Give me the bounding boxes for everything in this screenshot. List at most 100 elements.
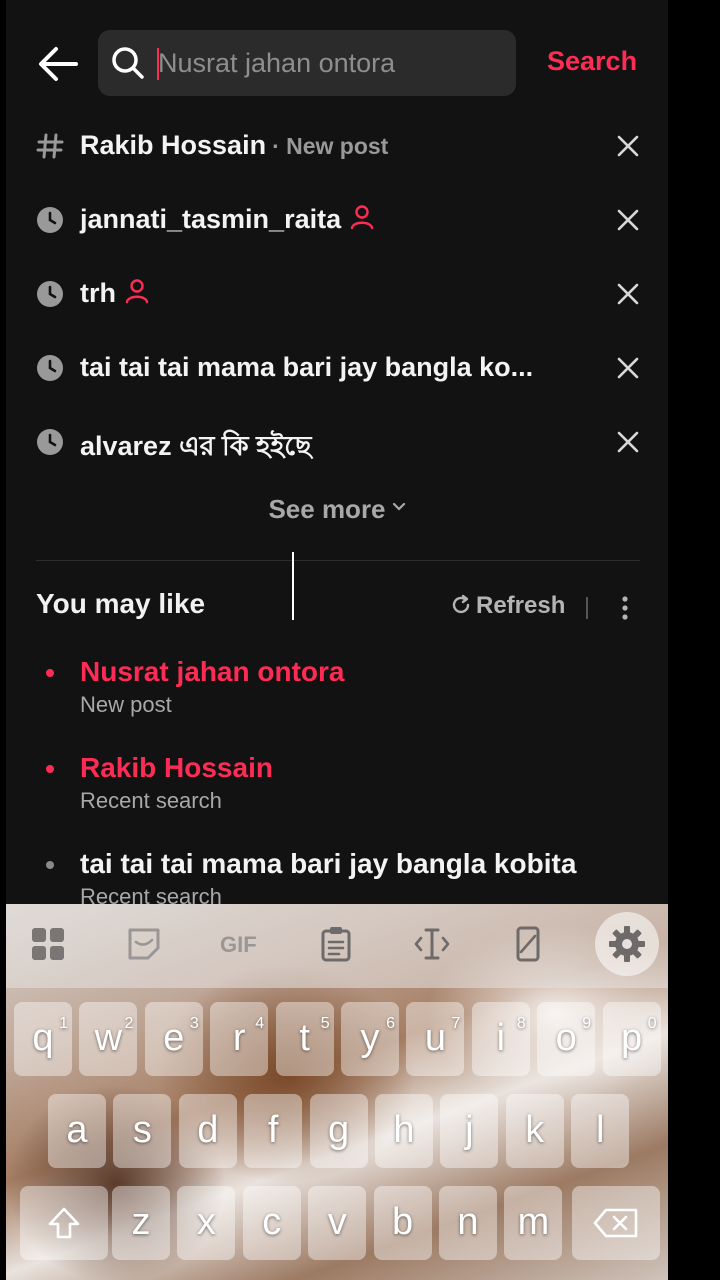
shift-key[interactable] [20, 1186, 108, 1260]
see-more-label: See more [268, 494, 386, 524]
more-options-icon[interactable] [616, 594, 634, 622]
key-label: i [496, 1017, 506, 1059]
separator [586, 597, 588, 619]
key-label: k [525, 1109, 545, 1151]
clock-icon [37, 281, 63, 307]
backspace-icon [593, 1208, 638, 1238]
key-label: b [392, 1201, 414, 1243]
key-number-hint: 5 [320, 1015, 330, 1032]
user-icon [125, 279, 149, 304]
clipboard-icon[interactable] [316, 924, 356, 964]
key-g[interactable]: g [309, 1094, 368, 1168]
clock-icon [37, 429, 63, 455]
search-header: Search [6, 28, 668, 98]
search-icon [112, 47, 144, 79]
apps-icon[interactable] [28, 924, 68, 964]
key-h[interactable]: h [375, 1094, 433, 1168]
key-label: v [327, 1201, 347, 1243]
back-arrow-icon[interactable] [36, 44, 80, 84]
history-item-text: Rakib Hossain [80, 130, 267, 160]
key-d[interactable]: d [178, 1094, 237, 1168]
key-e[interactable]: e3 [144, 1002, 203, 1076]
close-icon[interactable] [614, 354, 642, 382]
history-item[interactable]: trh [36, 272, 646, 322]
key-label: r [232, 1017, 246, 1059]
suggestion-title: Nusrat jahan ontora [80, 656, 345, 687]
history-item[interactable]: tai tai tai mama bari jay bangla ko... [36, 346, 646, 396]
key-z[interactable]: z [112, 1186, 170, 1260]
close-icon[interactable] [614, 280, 642, 308]
key-number-hint: 7 [451, 1015, 461, 1032]
key-label: h [393, 1109, 415, 1151]
key-q[interactable]: q1 [14, 1002, 72, 1076]
user-icon [350, 205, 374, 230]
key-k[interactable]: k [505, 1094, 564, 1168]
history-item-sub: · New post [272, 133, 389, 159]
gear-icon[interactable] [607, 924, 647, 964]
close-icon[interactable] [614, 428, 642, 456]
key-c[interactable]: c [242, 1186, 301, 1260]
key-x[interactable]: x [177, 1186, 236, 1260]
search-input[interactable] [158, 42, 498, 84]
sticker-icon[interactable] [124, 924, 164, 964]
key-i[interactable]: i8 [471, 1002, 530, 1076]
key-label: w [94, 1017, 123, 1059]
history-item[interactable]: Rakib Hossain · New post [36, 124, 646, 174]
search-box[interactable] [98, 30, 516, 96]
key-label: l [595, 1109, 605, 1151]
history-item[interactable]: jannati_tasmin_raita [36, 198, 646, 248]
refresh-icon [452, 594, 470, 614]
key-label: e [163, 1017, 185, 1059]
key-m[interactable]: m [504, 1186, 563, 1260]
key-a[interactable]: a [48, 1094, 106, 1168]
history-item-text: tai tai tai mama bari jay bangla ko... [80, 352, 534, 382]
hashtag-icon [36, 133, 64, 159]
key-label: g [328, 1109, 350, 1151]
history-item-text: alvarez এর কি হইছে [80, 431, 312, 461]
history-item[interactable]: alvarez এর কি হইছে [36, 420, 646, 470]
key-label: s [132, 1109, 152, 1151]
search-button[interactable]: Search [547, 46, 637, 77]
key-b[interactable]: b [373, 1186, 432, 1260]
keyboard-toolbar: GIF [6, 904, 668, 988]
key-label: t [299, 1017, 310, 1059]
backspace-key[interactable] [572, 1186, 660, 1260]
key-v[interactable]: v [308, 1186, 367, 1260]
text-cursor-icon[interactable] [412, 924, 452, 964]
shift-icon [48, 1207, 80, 1239]
trending-dot [46, 765, 54, 773]
key-label: f [267, 1109, 279, 1151]
one-handed-icon[interactable] [508, 924, 548, 964]
suggestion-title: Rakib Hossain [80, 752, 273, 783]
key-label: c [262, 1201, 282, 1243]
key-label: m [517, 1201, 550, 1243]
key-j[interactable]: j [440, 1094, 499, 1168]
key-l[interactable]: l [571, 1094, 630, 1168]
trending-dot [46, 669, 54, 677]
key-s[interactable]: s [113, 1094, 172, 1168]
refresh-button[interactable]: Refresh [450, 592, 565, 620]
key-w[interactable]: w2 [79, 1002, 138, 1076]
key-n[interactable]: n [439, 1186, 497, 1260]
key-p[interactable]: p0 [602, 1002, 661, 1076]
clock-icon [37, 207, 63, 233]
key-r[interactable]: r4 [210, 1002, 269, 1076]
close-icon[interactable] [614, 206, 642, 234]
key-number-hint: 9 [582, 1015, 592, 1032]
key-number-hint: 0 [647, 1015, 657, 1032]
on-screen-keyboard: GIF q 1 w 2 e 3 r 4 t 5 y 6 u 7 i 8 o 9 … [6, 904, 668, 1280]
gif-button[interactable]: GIF [220, 932, 257, 958]
key-t[interactable]: t5 [275, 1002, 334, 1076]
suggestion-title: tai tai tai mama bari jay bangla kobita [80, 848, 577, 879]
key-f[interactable]: f [244, 1094, 303, 1168]
close-icon[interactable] [614, 132, 642, 160]
suggestion-sub: Recent search [80, 788, 222, 813]
key-u[interactable]: u7 [406, 1002, 465, 1076]
key-y[interactable]: y6 [341, 1002, 399, 1076]
key-number-hint: 8 [516, 1015, 526, 1032]
key-label: p [621, 1017, 643, 1059]
key-o[interactable]: o9 [537, 1002, 596, 1076]
chevron-down-icon [392, 502, 405, 511]
key-label: d [197, 1109, 219, 1151]
see-more-button[interactable]: See more [6, 494, 668, 525]
